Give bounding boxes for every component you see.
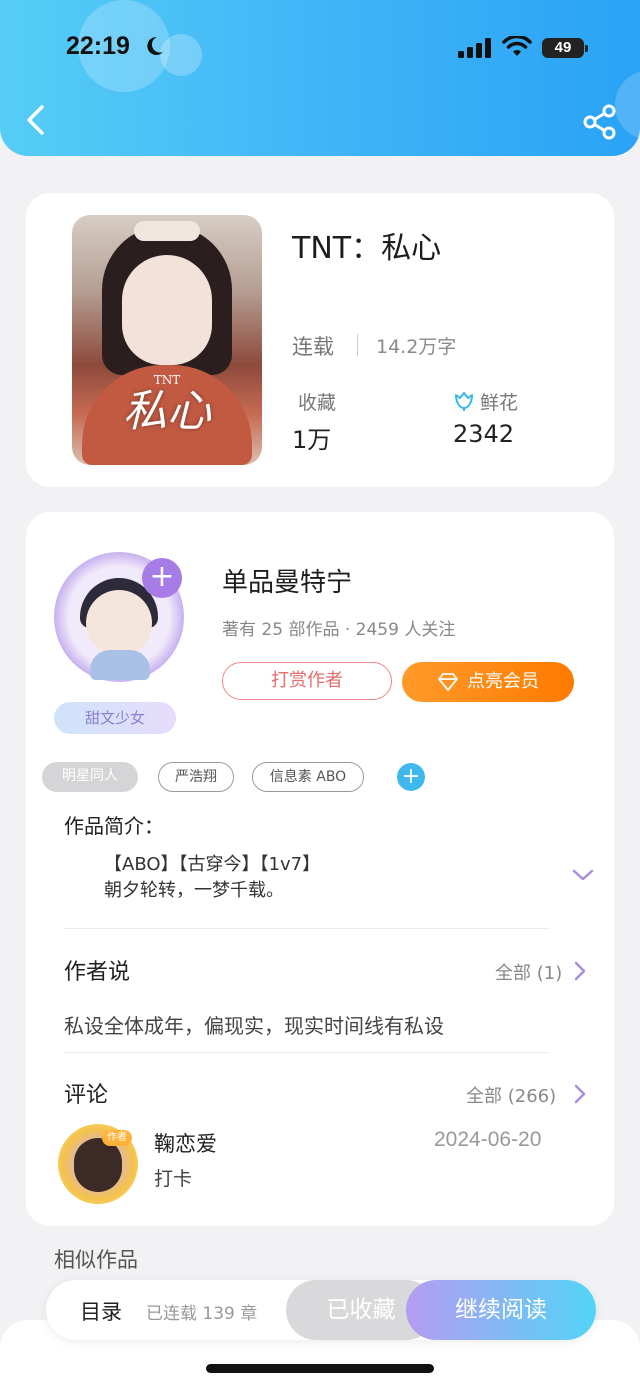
add-tag-button[interactable]: + (397, 763, 425, 791)
cover-title-text: 私心 (123, 386, 211, 437)
author-say-title: 作者说 (64, 960, 131, 985)
similar-works-title: 相似作品 (54, 1248, 138, 1272)
comment-date: 2024-06-20 (434, 1128, 542, 1151)
wifi-icon (502, 36, 532, 56)
author-say-text: 私设全体成年，偏现实，现实时间线有私设 (64, 1014, 444, 1038)
tag-item[interactable]: 信息素 ABO (252, 762, 364, 792)
flower-icon (455, 392, 473, 411)
favorites-label: 收藏 (298, 392, 337, 414)
battery-indicator: 49 (542, 38, 584, 58)
chevron-down-icon[interactable] (570, 866, 596, 884)
toc-button[interactable]: 目录 (80, 1296, 122, 1326)
book-title: TNT：私心 (292, 231, 442, 266)
avatar-body (90, 650, 150, 680)
back-button[interactable] (20, 102, 52, 138)
follow-author-button[interactable]: + (142, 558, 182, 598)
author-name[interactable]: 单品曼特宁 (222, 562, 352, 599)
diamond-icon (438, 673, 458, 691)
book-status: 连载 (292, 335, 334, 359)
cellular-signal-icon (458, 38, 491, 58)
divider (64, 928, 550, 929)
tip-author-button[interactable]: 打赏作者 (222, 662, 392, 700)
battery-tip (585, 45, 588, 52)
chevron-right-icon[interactable] (572, 960, 588, 982)
cover-face (122, 255, 212, 365)
divider (357, 334, 358, 356)
comment-text[interactable]: 打卡 (154, 1164, 192, 1191)
book-cover[interactable]: TNT 私心 (72, 215, 262, 465)
chevron-right-icon[interactable] (572, 1083, 588, 1105)
header: 22:19 49 (0, 0, 640, 156)
comments-more-link[interactable]: 全部 (266) (466, 1082, 556, 1108)
decor-bubble (615, 70, 640, 140)
chapter-count: 已连载 139 章 (146, 1304, 258, 1324)
status-time: 22:19 (66, 32, 130, 60)
details-card: + 甜文少女 单品曼特宁 著有 25 部作品 · 2459 人关注 打赏作者 点… (26, 512, 614, 1226)
continue-reading-button[interactable]: 继续阅读 (406, 1280, 596, 1340)
tag-item[interactable]: 明星同人 (42, 762, 138, 792)
flowers-label: 鲜花 (480, 392, 519, 414)
intro-label: 作品简介： (64, 814, 164, 838)
moon-icon (147, 36, 163, 55)
divider (64, 1052, 550, 1053)
comments-title: 评论 (64, 1083, 109, 1108)
intro-text: 朝夕轮转，一梦千载。 (104, 880, 284, 901)
flowers-value: 2342 (453, 420, 515, 448)
favorites-value: 1万 (292, 426, 332, 454)
tag-item[interactable]: 严浩翔 (158, 762, 234, 792)
bottom-action-bar: 目录 已连载 139 章 已收藏 继续阅读 (46, 1280, 596, 1340)
word-count: 14.2万字 (376, 336, 457, 358)
commenter-name[interactable]: 鞠恋爱 (154, 1128, 217, 1158)
cover-crown (134, 221, 200, 241)
home-indicator (206, 1364, 434, 1373)
vip-button-label: 点亮会员 (467, 671, 539, 692)
decor-bubble (160, 34, 202, 76)
avatar-face (86, 590, 152, 656)
share-button[interactable] (582, 104, 618, 140)
author-tag-badge: 作者 (102, 1130, 132, 1146)
book-info-card: TNT 私心 TNT：私心 连载 14.2万字 收藏 1万 鲜花 2342 (26, 193, 614, 487)
author-say-more-link[interactable]: 全部 (1) (495, 959, 562, 985)
author-badge: 甜文少女 (54, 702, 176, 734)
author-stats: 著有 25 部作品 · 2459 人关注 (222, 620, 456, 640)
avatar-photo (74, 1138, 122, 1192)
vip-button[interactable]: 点亮会员 (402, 662, 574, 702)
intro-text: 【ABO】【古穿今】【1v7】 (104, 854, 321, 875)
